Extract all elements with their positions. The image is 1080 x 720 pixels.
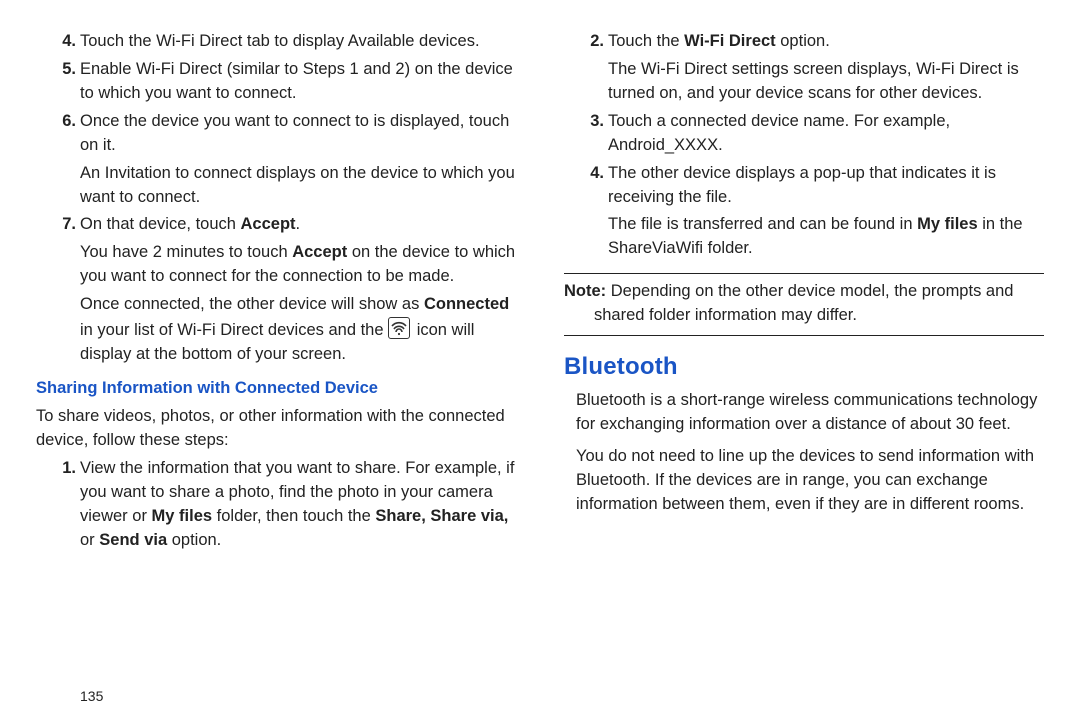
note-text: Depending on the other device model, the… (594, 282, 1013, 324)
step-text: Once the device you want to connect to i… (80, 112, 509, 154)
text-fragment: in your list of Wi-Fi Direct devices and… (80, 321, 388, 339)
wifi-direct-steps: Touch the Wi-Fi Direct tab to display Av… (36, 30, 516, 367)
step-subtext: The Wi-Fi Direct settings screen display… (608, 58, 1044, 106)
step-subtext: The file is transferred and can be found… (608, 213, 1044, 261)
note-block: Note: Depending on the other device mode… (564, 273, 1044, 336)
step-text: On that device, touch Accept. (80, 215, 300, 233)
wifi-direct-icon (388, 317, 410, 339)
step-7: On that device, touch Accept. You have 2… (80, 213, 516, 367)
bold-fragment: My files (152, 507, 213, 525)
text-fragment: The file is transferred and can be found… (608, 215, 917, 233)
text-fragment: Once connected, the other device will sh… (80, 295, 424, 313)
bold-fragment: My files (917, 215, 978, 233)
note-label: Note: (564, 282, 606, 300)
step-6: Once the device you want to connect to i… (80, 110, 516, 210)
step-subtext: An Invitation to connect displays on the… (80, 162, 516, 210)
bold-fragment: Accept (292, 243, 347, 261)
text-fragment: option. (167, 531, 221, 549)
right-column: Touch the Wi-Fi Direct option. The Wi-Fi… (564, 30, 1044, 706)
step-2: Touch the Wi-Fi Direct option. The Wi-Fi… (608, 30, 1044, 106)
step-subtext: Once connected, the other device will sh… (80, 293, 516, 367)
step-text: Enable Wi-Fi Direct (similar to Steps 1 … (80, 60, 513, 102)
page-number: 135 (80, 686, 516, 706)
step-3: Touch a connected device name. For examp… (608, 110, 1044, 158)
step-subtext: You have 2 minutes to touch Accept on th… (80, 241, 516, 289)
step-4-right: The other device displays a pop-up that … (608, 162, 1044, 262)
text-fragment: option. (776, 32, 830, 50)
bold-fragment: Connected (424, 295, 509, 313)
bluetooth-heading: Bluetooth (564, 350, 1044, 385)
step-text: Touch the Wi-Fi Direct tab to display Av… (80, 32, 480, 50)
bluetooth-body: Bluetooth is a short-range wireless comm… (564, 389, 1044, 517)
text-fragment: or (80, 531, 99, 549)
text-fragment: folder, then touch the (212, 507, 375, 525)
text-fragment: On that device, touch (80, 215, 241, 233)
sharing-heading: Sharing Information with Connected Devic… (36, 377, 516, 401)
bold-fragment: Share, Share via, (375, 507, 508, 525)
step-5: Enable Wi-Fi Direct (similar to Steps 1 … (80, 58, 516, 106)
step-4: Touch the Wi-Fi Direct tab to display Av… (80, 30, 516, 54)
step-text: The other device displays a pop-up that … (608, 164, 996, 206)
wifi-direct-steps-right: Touch the Wi-Fi Direct option. The Wi-Fi… (564, 30, 1044, 261)
sharing-intro: To share videos, photos, or other inform… (36, 405, 516, 453)
text-fragment: Touch the (608, 32, 684, 50)
bold-fragment: Accept (241, 215, 296, 233)
text-fragment: . (296, 215, 301, 233)
bluetooth-paragraph: Bluetooth is a short-range wireless comm… (576, 389, 1044, 437)
manual-page: Touch the Wi-Fi Direct tab to display Av… (0, 0, 1080, 720)
sharing-steps: View the information that you want to sh… (36, 457, 516, 553)
left-column: Touch the Wi-Fi Direct tab to display Av… (36, 30, 516, 706)
share-step-1: View the information that you want to sh… (80, 457, 516, 553)
bold-fragment: Wi-Fi Direct (684, 32, 776, 50)
step-text: Touch a connected device name. For examp… (608, 112, 950, 154)
bold-fragment: Send via (99, 531, 167, 549)
bluetooth-paragraph: You do not need to line up the devices t… (576, 445, 1044, 517)
text-fragment: You have 2 minutes to touch (80, 243, 292, 261)
